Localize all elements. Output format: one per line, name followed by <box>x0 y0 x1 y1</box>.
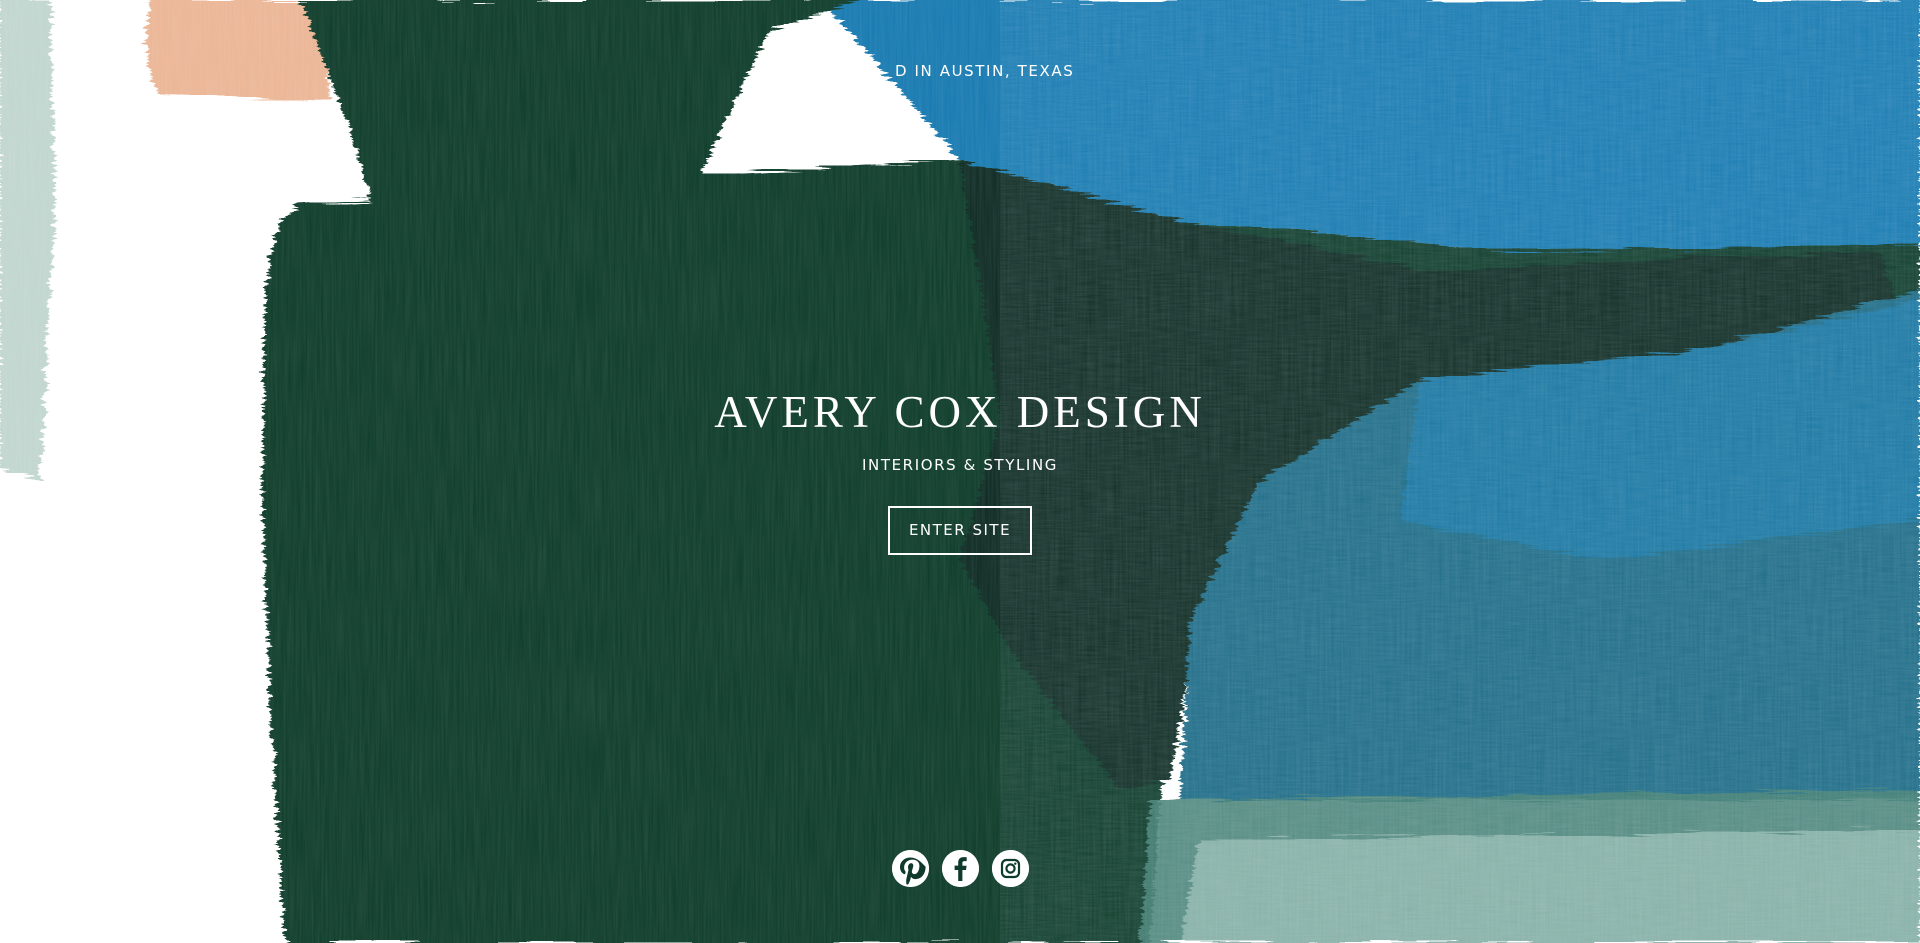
pinterest-icon[interactable] <box>891 850 929 887</box>
social-links <box>0 850 1920 887</box>
site-title: AVERY COX DESIGN <box>714 387 1206 437</box>
instagram-icon[interactable] <box>991 850 1029 887</box>
site-subtitle: INTERIORS & STYLING <box>862 456 1058 474</box>
enter-site-button[interactable]: ENTER SITE <box>888 506 1032 555</box>
hero: AVERY COX DESIGN INTERIORS & STYLING ENT… <box>0 385 1920 555</box>
facebook-icon[interactable] <box>941 850 979 887</box>
splash-page: D IN AUSTIN, TEXAS AVERY COX DESIGN INTE… <box>0 0 1920 943</box>
location-tagline: D IN AUSTIN, TEXAS <box>895 62 1075 80</box>
